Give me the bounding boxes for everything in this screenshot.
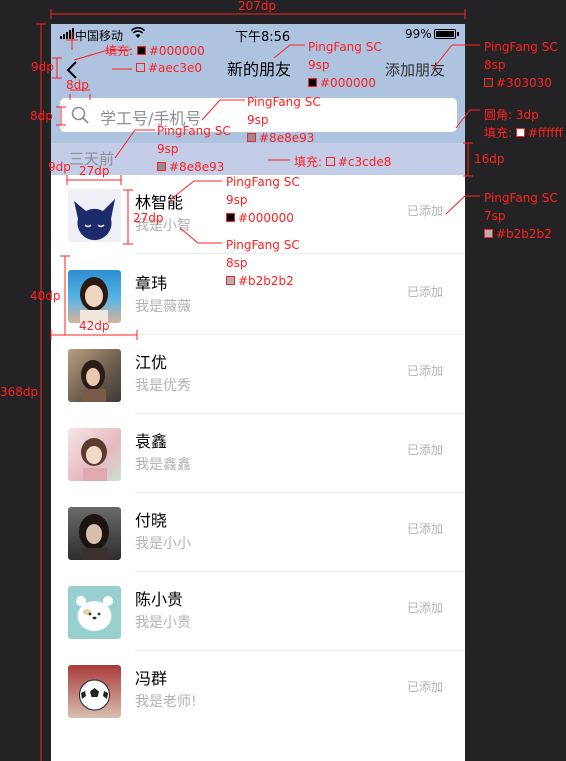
annotation-search-height: 8dp — [30, 109, 53, 123]
annotation-add-font: PingFang SC — [484, 40, 558, 54]
annotation-section-left: 9dp — [48, 160, 71, 174]
back-arrow-icon[interactable] — [65, 60, 79, 80]
annotation-search-radius: 圆角: 3dp — [484, 108, 539, 122]
annotation-name-font: PingFang SC — [226, 175, 300, 189]
annotation-title-size: 9sp — [308, 58, 330, 72]
friend-name: 冯群 — [135, 669, 168, 688]
girl-photo-avatar — [68, 270, 121, 323]
annotation-add-size: 8sp — [484, 58, 506, 72]
signal-icon — [60, 28, 74, 39]
annotation-search-fill: 填充: #ffffff — [484, 126, 563, 140]
friend-row[interactable]: 袁鑫 我是鑫鑫 已添加 — [51, 414, 465, 493]
annotation-search-size: 9sp — [247, 113, 269, 127]
friend-subtitle: 我是小小 — [135, 536, 191, 552]
friend-subtitle: 我是优秀 — [135, 378, 191, 394]
cat-logo-avatar — [68, 189, 121, 242]
annotation-back-size: 9dp — [31, 60, 54, 74]
annotation-status-font: PingFang SC — [484, 191, 558, 205]
annotation-name-size: 9sp — [226, 193, 248, 207]
annotation-section-color: #8e8e93 — [157, 160, 224, 174]
annotation-status-size: 7sp — [484, 209, 506, 223]
friend-subtitle: 我是薇薇 — [135, 299, 191, 315]
battery-cap — [457, 32, 459, 36]
annotation-title-color: #000000 — [308, 76, 376, 90]
annotation-section-size: 9sp — [157, 142, 179, 156]
add-friend-button[interactable]: 添加朋友 — [385, 59, 445, 80]
status-time: 下午8:56 — [235, 30, 291, 45]
friend-row[interactable]: 章玮 我是薇薇 已添加 — [51, 256, 465, 335]
annotation-add-color: #303030 — [484, 76, 552, 90]
friend-name: 袁鑫 — [135, 432, 168, 451]
battery-icon — [434, 29, 456, 39]
annotation-name-color: #000000 — [226, 211, 294, 225]
added-status: 已添加 — [407, 443, 444, 457]
annotation-sub-font: PingFang SC — [226, 238, 300, 252]
annotation-sub-color: #b2b2b2 — [226, 274, 294, 288]
annotation-status-color: #b2b2b2 — [484, 227, 552, 241]
friend-subtitle: 我是小贵 — [135, 615, 191, 631]
friend-row[interactable]: 江优 我是优秀 已添加 — [51, 335, 465, 414]
friend-name: 江优 — [135, 353, 168, 372]
friend-name: 陈小贵 — [135, 590, 184, 609]
friend-name: 章玮 — [135, 274, 168, 293]
annotation-avatar-small: 27dp — [79, 164, 110, 178]
soccer-ball-avatar — [68, 665, 121, 718]
added-status: 已添加 — [407, 364, 444, 378]
annotation-avatar-width: 42dp — [79, 319, 110, 333]
friend-subtitle: 我是老师! — [135, 694, 197, 710]
annotation-header-fill: #aec3e0 — [136, 61, 202, 75]
search-icon — [71, 106, 89, 124]
friend-name: 付晓 — [135, 511, 168, 530]
annotation-section-font: PingFang SC — [157, 124, 231, 138]
section-header: 三天前 — [51, 143, 465, 175]
girl-photo-avatar — [68, 507, 121, 560]
annotation-avatar-height: 40dp — [30, 289, 61, 303]
annotation-total-height: 368dp — [0, 385, 39, 399]
bear-avatar — [68, 586, 121, 639]
annotation-sub-size: 8sp — [226, 256, 248, 270]
added-status: 已添加 — [407, 601, 444, 615]
added-status: 已添加 — [407, 680, 444, 694]
annotation-back-width: 8dp — [66, 78, 89, 92]
friend-name: 林智能 — [135, 193, 184, 212]
row-divider — [135, 253, 465, 254]
annotation-section-fill: 填充: #c3cde8 — [294, 155, 392, 169]
added-status: 已添加 — [407, 204, 444, 218]
annotation-section-height: 16dp — [474, 152, 505, 166]
battery-percent: 99% — [405, 27, 432, 41]
page-title: 新的朋友 — [226, 60, 291, 79]
wifi-icon — [131, 27, 145, 38]
friend-row[interactable]: 冯群 我是老师! 已添加 — [51, 651, 465, 730]
annotation-back-fill: 填充: #000000 — [105, 44, 205, 58]
annotation-search-color: #8e8e93 — [247, 131, 314, 145]
girl-photo-avatar — [68, 428, 121, 481]
annotation-title-font: PingFang SC — [308, 40, 382, 54]
annotation-row-text-height: 27dp — [133, 211, 164, 225]
friend-subtitle: 我是鑫鑫 — [135, 457, 191, 473]
annotation-total-width: 207dp — [238, 0, 277, 13]
added-status: 已添加 — [407, 285, 444, 299]
friend-row[interactable]: 陈小贵 我是小贵 已添加 — [51, 572, 465, 651]
annotation-search-font: PingFang SC — [247, 95, 321, 109]
added-status: 已添加 — [407, 522, 444, 536]
friend-row[interactable]: 付晓 我是小小 已添加 — [51, 493, 465, 572]
girl-photo-avatar — [68, 349, 121, 402]
